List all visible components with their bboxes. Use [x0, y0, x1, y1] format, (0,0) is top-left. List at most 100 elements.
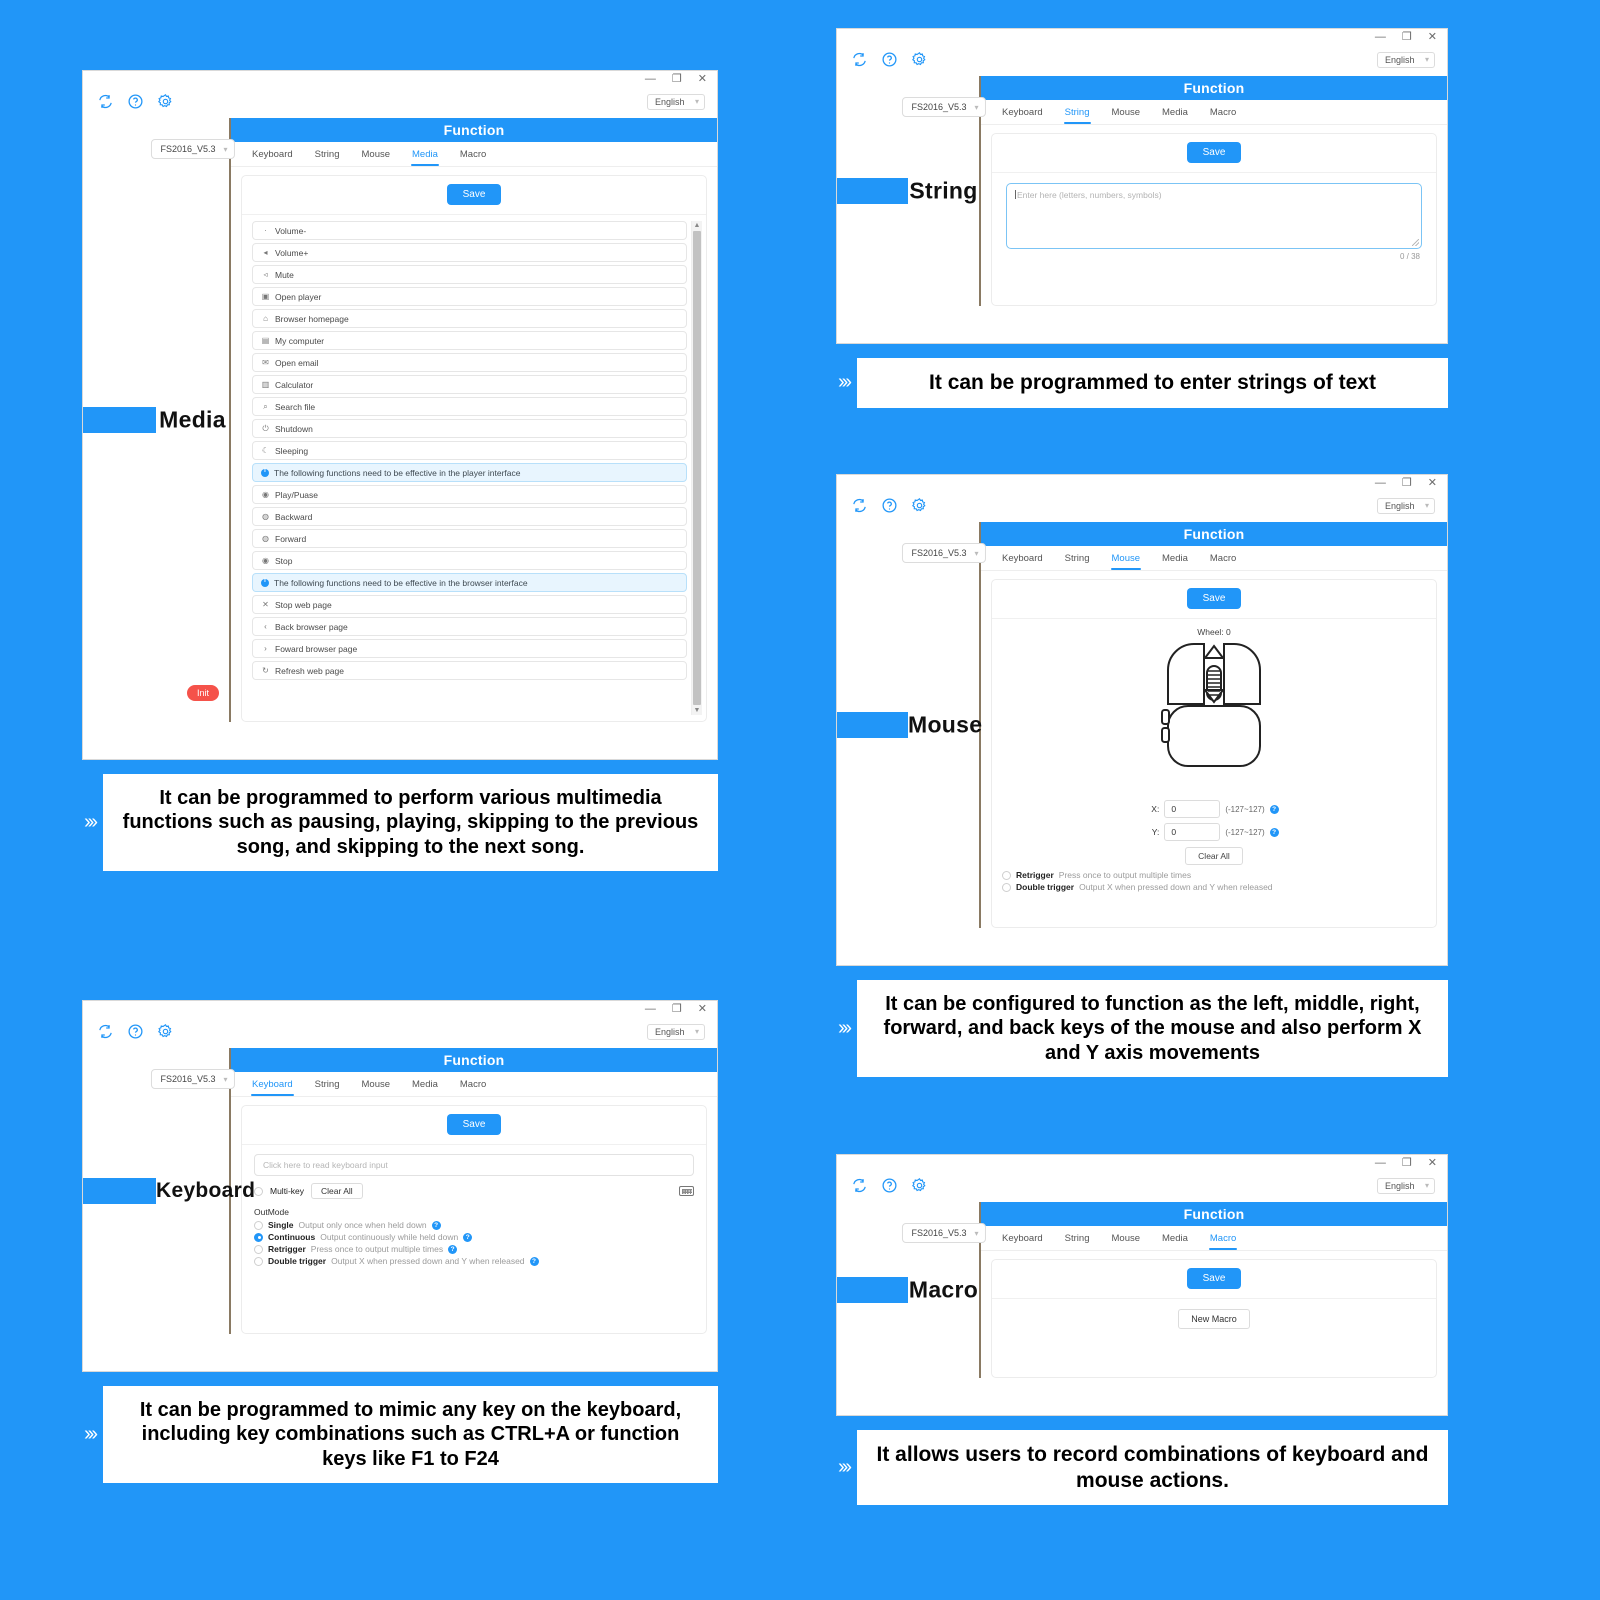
- scrollbar-thumb[interactable]: [693, 231, 701, 705]
- radio-icon[interactable]: [254, 1244, 263, 1254]
- media-list-item[interactable]: ◂ Volume+: [252, 243, 687, 262]
- radio-icon[interactable]: [1002, 870, 1011, 880]
- gear-icon[interactable]: [911, 51, 928, 68]
- tab-string[interactable]: String: [1054, 1233, 1101, 1250]
- media-list-item[interactable]: ✕ Stop web page: [252, 595, 687, 614]
- minimize-icon[interactable]: —: [1375, 32, 1386, 43]
- model-select[interactable]: FS2016_V5.3 ▾: [901, 1223, 986, 1243]
- gear-icon[interactable]: [911, 497, 928, 514]
- x-input[interactable]: 0: [1164, 800, 1221, 818]
- model-select[interactable]: FS2016_V5.3 ▾: [150, 1069, 235, 1089]
- tab-mouse[interactable]: Mouse: [1101, 553, 1152, 570]
- media-list-item[interactable]: › Foward browser page: [252, 639, 687, 658]
- tab-keyboard[interactable]: Keyboard: [241, 149, 304, 166]
- help-icon[interactable]: [881, 497, 898, 514]
- gear-icon[interactable]: [911, 1177, 928, 1194]
- media-list-item[interactable]: · Volume-: [252, 221, 687, 240]
- media-list-item[interactable]: ◍ Backward: [252, 507, 687, 526]
- close-icon[interactable]: ✕: [1428, 1158, 1437, 1169]
- help-icon[interactable]: [127, 1023, 144, 1040]
- mouse-diagram[interactable]: [1160, 640, 1268, 790]
- tab-string[interactable]: String: [1054, 107, 1101, 124]
- refresh-icon[interactable]: [97, 1023, 114, 1040]
- option-retrigger[interactable]: Retrigger Press once to output multiple …: [992, 869, 1436, 881]
- tab-keyboard[interactable]: Keyboard: [991, 553, 1054, 570]
- media-list-item[interactable]: ⌂ Browser homepage: [252, 309, 687, 328]
- tab-string[interactable]: String: [304, 149, 351, 166]
- tab-keyboard[interactable]: Keyboard: [241, 1079, 304, 1096]
- refresh-icon[interactable]: [851, 1177, 868, 1194]
- tab-keyboard[interactable]: Keyboard: [991, 1233, 1054, 1250]
- tab-macro[interactable]: Macro: [449, 149, 497, 166]
- help-icon[interactable]: [127, 93, 144, 110]
- help-icon[interactable]: [881, 1177, 898, 1194]
- close-icon[interactable]: ✕: [698, 1004, 707, 1015]
- tab-macro[interactable]: Macro: [1199, 107, 1247, 124]
- tab-macro[interactable]: Macro: [1199, 1233, 1247, 1250]
- string-textarea[interactable]: Enter here (letters, numbers, symbols): [1006, 183, 1422, 249]
- tab-mouse[interactable]: Mouse: [351, 149, 402, 166]
- gear-icon[interactable]: [157, 93, 174, 110]
- minimize-icon[interactable]: —: [645, 74, 656, 85]
- media-list-item[interactable]: ↻ Refresh web page: [252, 661, 687, 680]
- radio-icon[interactable]: [254, 1256, 263, 1266]
- tab-macro[interactable]: Macro: [449, 1079, 497, 1096]
- media-list-item[interactable]: ◃ Mute: [252, 265, 687, 284]
- save-button[interactable]: Save: [1186, 1268, 1242, 1289]
- resize-grip-icon[interactable]: [1412, 239, 1419, 246]
- maximize-icon[interactable]: ❐: [1402, 32, 1412, 43]
- close-icon[interactable]: ✕: [1428, 32, 1437, 43]
- gear-icon[interactable]: [157, 1023, 174, 1040]
- language-select[interactable]: English ▾: [647, 93, 705, 110]
- media-list-item[interactable]: ✉ Open email: [252, 353, 687, 372]
- radio-icon[interactable]: [254, 1232, 263, 1242]
- close-icon[interactable]: ✕: [698, 74, 707, 85]
- init-button[interactable]: Init: [186, 685, 219, 701]
- radio-icon[interactable]: [1002, 882, 1011, 892]
- outmode-option-double-trigger[interactable]: Double trigger Output X when pressed down…: [254, 1255, 694, 1267]
- y-input[interactable]: 0: [1164, 823, 1221, 841]
- radio-icon[interactable]: [254, 1220, 263, 1230]
- outmode-option-retrigger[interactable]: Retrigger Press once to output multiple t…: [254, 1243, 694, 1255]
- help-icon[interactable]: ?: [448, 1244, 458, 1254]
- model-select[interactable]: FS2016_V5.3 ▾: [901, 543, 986, 563]
- refresh-icon[interactable]: [851, 497, 868, 514]
- media-list-item[interactable]: ◉ Play/Puase: [252, 485, 687, 504]
- outmode-option-single[interactable]: Single Output only once when held down?: [254, 1219, 694, 1231]
- save-button[interactable]: Save: [1186, 142, 1242, 163]
- help-icon[interactable]: ?: [529, 1256, 539, 1266]
- tab-macro[interactable]: Macro: [1199, 553, 1247, 570]
- media-list-item[interactable]: ⏻ Shutdown: [252, 419, 687, 438]
- model-select[interactable]: FS2016_V5.3 ▾: [150, 139, 235, 159]
- model-select[interactable]: FS2016_V5.3 ▾: [901, 97, 986, 117]
- language-select[interactable]: English ▾: [647, 1023, 705, 1040]
- language-select[interactable]: English ▾: [1377, 51, 1435, 68]
- new-macro-button[interactable]: New Macro: [1178, 1309, 1250, 1329]
- maximize-icon[interactable]: ❐: [672, 74, 682, 85]
- keyboard-icon[interactable]: [679, 1186, 694, 1196]
- scrollbar[interactable]: ▲ ▼: [691, 221, 702, 715]
- save-button[interactable]: Save: [446, 184, 502, 205]
- outmode-option-continuous[interactable]: Continuous Output continuously while held…: [254, 1231, 694, 1243]
- tab-media[interactable]: Media: [401, 149, 449, 166]
- clear-all-button[interactable]: Clear All: [311, 1183, 363, 1199]
- media-list-item[interactable]: ⌕ Search file: [252, 397, 687, 416]
- tab-media[interactable]: Media: [1151, 553, 1199, 570]
- minimize-icon[interactable]: —: [645, 1004, 656, 1015]
- help-icon[interactable]: [881, 51, 898, 68]
- media-list-item[interactable]: ▥ Calculator: [252, 375, 687, 394]
- maximize-icon[interactable]: ❐: [1402, 1158, 1412, 1169]
- scroll-down-icon[interactable]: ▼: [694, 706, 701, 715]
- save-button[interactable]: Save: [1186, 588, 1242, 609]
- minimize-icon[interactable]: —: [1375, 478, 1386, 489]
- media-list-item[interactable]: ◍ Forward: [252, 529, 687, 548]
- media-list-item[interactable]: ‹ Back browser page: [252, 617, 687, 636]
- media-list-item[interactable]: ◉ Stop: [252, 551, 687, 570]
- help-icon[interactable]: ?: [1269, 827, 1279, 837]
- language-select[interactable]: English ▾: [1377, 497, 1435, 514]
- tab-media[interactable]: Media: [401, 1079, 449, 1096]
- refresh-icon[interactable]: [851, 51, 868, 68]
- media-list-item[interactable]: ▤ My computer: [252, 331, 687, 350]
- tab-media[interactable]: Media: [1151, 1233, 1199, 1250]
- multikey-radio-icon[interactable]: [254, 1186, 263, 1196]
